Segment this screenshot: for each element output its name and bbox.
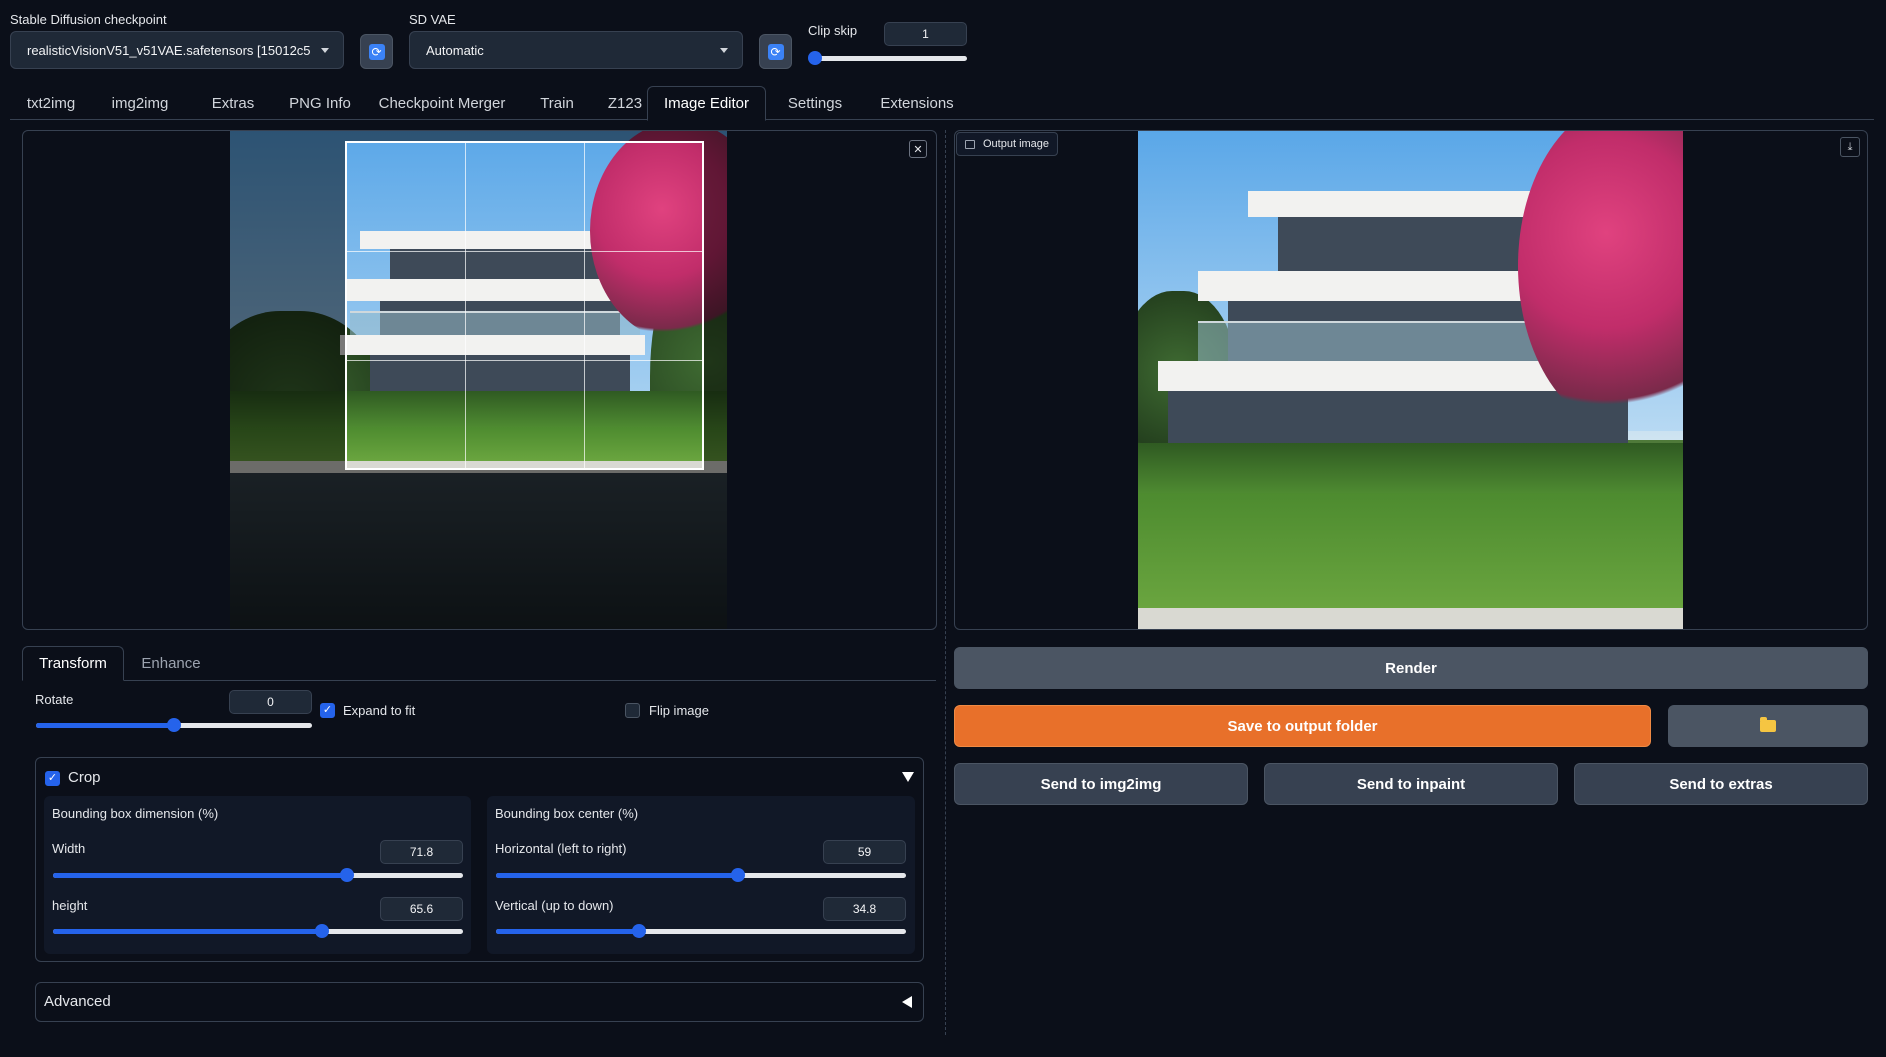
tab-image-editor[interactable]: Image Editor — [647, 86, 766, 121]
crop-box[interactable] — [345, 141, 704, 470]
subtab-divider — [22, 680, 936, 681]
main-tabs: txt2img img2img Extras PNG Info Checkpoi… — [10, 86, 1874, 121]
crop-mask — [230, 131, 346, 629]
slider-thumb[interactable] — [314, 924, 329, 938]
grass — [1138, 493, 1683, 608]
walkway — [1138, 608, 1683, 629]
tab-enhance[interactable]: Enhance — [128, 646, 214, 680]
advanced-accordion[interactable] — [35, 982, 924, 1022]
refresh-checkpoint-button[interactable]: ⟳ — [360, 34, 393, 69]
clip-skip-label: Clip skip — [808, 23, 858, 38]
rotate-slider[interactable] — [36, 718, 312, 732]
slider-thumb[interactable] — [808, 51, 822, 65]
horizontal-input[interactable]: 59 — [823, 840, 906, 864]
render-button[interactable]: Render — [954, 647, 1868, 689]
tab-extras[interactable]: Extras — [198, 86, 268, 120]
clip-skip-input[interactable]: 1 — [884, 22, 967, 46]
building-windows — [1278, 217, 1558, 271]
tab-txt2img[interactable]: txt2img — [10, 86, 92, 120]
vae-value: Automatic — [426, 42, 484, 58]
send-to-inpaint-button[interactable]: Send to inpaint — [1264, 763, 1558, 805]
vae-dropdown[interactable]: Automatic — [409, 31, 743, 69]
crop-mask — [703, 142, 727, 629]
bbox-center-title: Bounding box center (%) — [495, 806, 639, 821]
output-image-label: Output image — [956, 132, 1058, 156]
slider-thumb[interactable] — [730, 868, 745, 882]
refresh-vae-button[interactable]: ⟳ — [759, 34, 792, 69]
width-input[interactable]: 71.8 — [380, 840, 463, 864]
output-image — [1138, 131, 1683, 629]
save-to-output-folder-button[interactable]: Save to output folder — [954, 705, 1651, 747]
tab-img2img[interactable]: img2img — [100, 86, 180, 120]
refresh-icon: ⟳ — [368, 43, 385, 60]
checkpoint-label: Stable Diffusion checkpoint — [10, 12, 167, 27]
width-slider[interactable] — [53, 868, 463, 882]
slider-fill — [36, 723, 174, 728]
image-icon — [965, 140, 975, 149]
rotate-label: Rotate — [35, 692, 74, 707]
crop-checkbox[interactable]: ✓ — [45, 771, 60, 786]
vertical-label: Vertical (up to down) — [495, 898, 614, 913]
tab-checkpoint-merger[interactable]: Checkpoint Merger — [368, 86, 516, 120]
height-input[interactable]: 65.6 — [380, 897, 463, 921]
rotate-input[interactable]: 0 — [229, 690, 312, 714]
close-icon[interactable]: ✕ — [909, 140, 927, 158]
tab-extensions[interactable]: Extensions — [866, 86, 968, 120]
building-windows — [1168, 391, 1628, 443]
hedge — [1138, 443, 1683, 493]
output-image-label-text: Output image — [983, 138, 1050, 150]
crop-mask — [346, 469, 703, 629]
vertical-input[interactable]: 34.8 — [823, 897, 906, 921]
flip-image-label: Flip image — [649, 703, 709, 718]
tab-png-info[interactable]: PNG Info — [274, 86, 366, 120]
tab-transform[interactable]: Transform — [22, 646, 124, 681]
horizontal-slider[interactable] — [496, 868, 906, 882]
collapse-icon[interactable] — [902, 772, 914, 782]
column-divider — [945, 130, 946, 1035]
crop-grid-line — [347, 251, 702, 252]
folder-icon — [1760, 717, 1776, 732]
vertical-slider[interactable] — [496, 924, 906, 938]
download-icon[interactable]: ⤓ — [1840, 137, 1860, 157]
tab-settings[interactable]: Settings — [772, 86, 858, 120]
height-slider[interactable] — [53, 924, 463, 938]
slider-thumb[interactable] — [167, 718, 181, 732]
crop-grid-line — [465, 143, 466, 468]
clip-skip-slider[interactable] — [808, 51, 967, 65]
expand-to-fit-checkbox[interactable]: ✓ — [320, 703, 335, 718]
send-to-extras-button[interactable]: Send to extras — [1574, 763, 1868, 805]
tab-train[interactable]: Train — [522, 86, 592, 120]
width-label: Width — [52, 841, 86, 856]
vae-label: SD VAE — [409, 12, 456, 27]
checkpoint-dropdown[interactable]: realisticVisionV51_v51VAE.safetensors [1… — [10, 31, 344, 69]
crop-grid-line — [584, 143, 585, 468]
flip-image-checkbox[interactable] — [625, 703, 640, 718]
open-folder-button[interactable] — [1668, 705, 1868, 747]
slider-thumb[interactable] — [631, 924, 646, 938]
crop-label: Crop — [68, 769, 101, 786]
slider-fill — [53, 929, 322, 934]
bbox-dimension-title: Bounding box dimension (%) — [52, 806, 219, 821]
slider-fill — [53, 873, 348, 878]
input-image[interactable] — [230, 131, 727, 629]
chevron-down-icon — [720, 47, 728, 53]
expand-icon[interactable] — [902, 996, 912, 1008]
slider-fill — [496, 873, 738, 878]
checkpoint-value: realisticVisionV51_v51VAE.safetensors [1… — [27, 42, 311, 58]
expand-to-fit-label: Expand to fit — [343, 703, 416, 718]
crop-grid-line — [347, 360, 702, 361]
horizontal-label: Horizontal (left to right) — [495, 841, 627, 856]
chevron-down-icon — [321, 47, 329, 53]
refresh-icon: ⟳ — [767, 43, 784, 60]
send-to-img2img-button[interactable]: Send to img2img — [954, 763, 1248, 805]
advanced-label: Advanced — [44, 993, 111, 1010]
height-label: height — [52, 898, 88, 913]
slider-track — [815, 56, 967, 61]
slider-fill — [496, 929, 639, 934]
